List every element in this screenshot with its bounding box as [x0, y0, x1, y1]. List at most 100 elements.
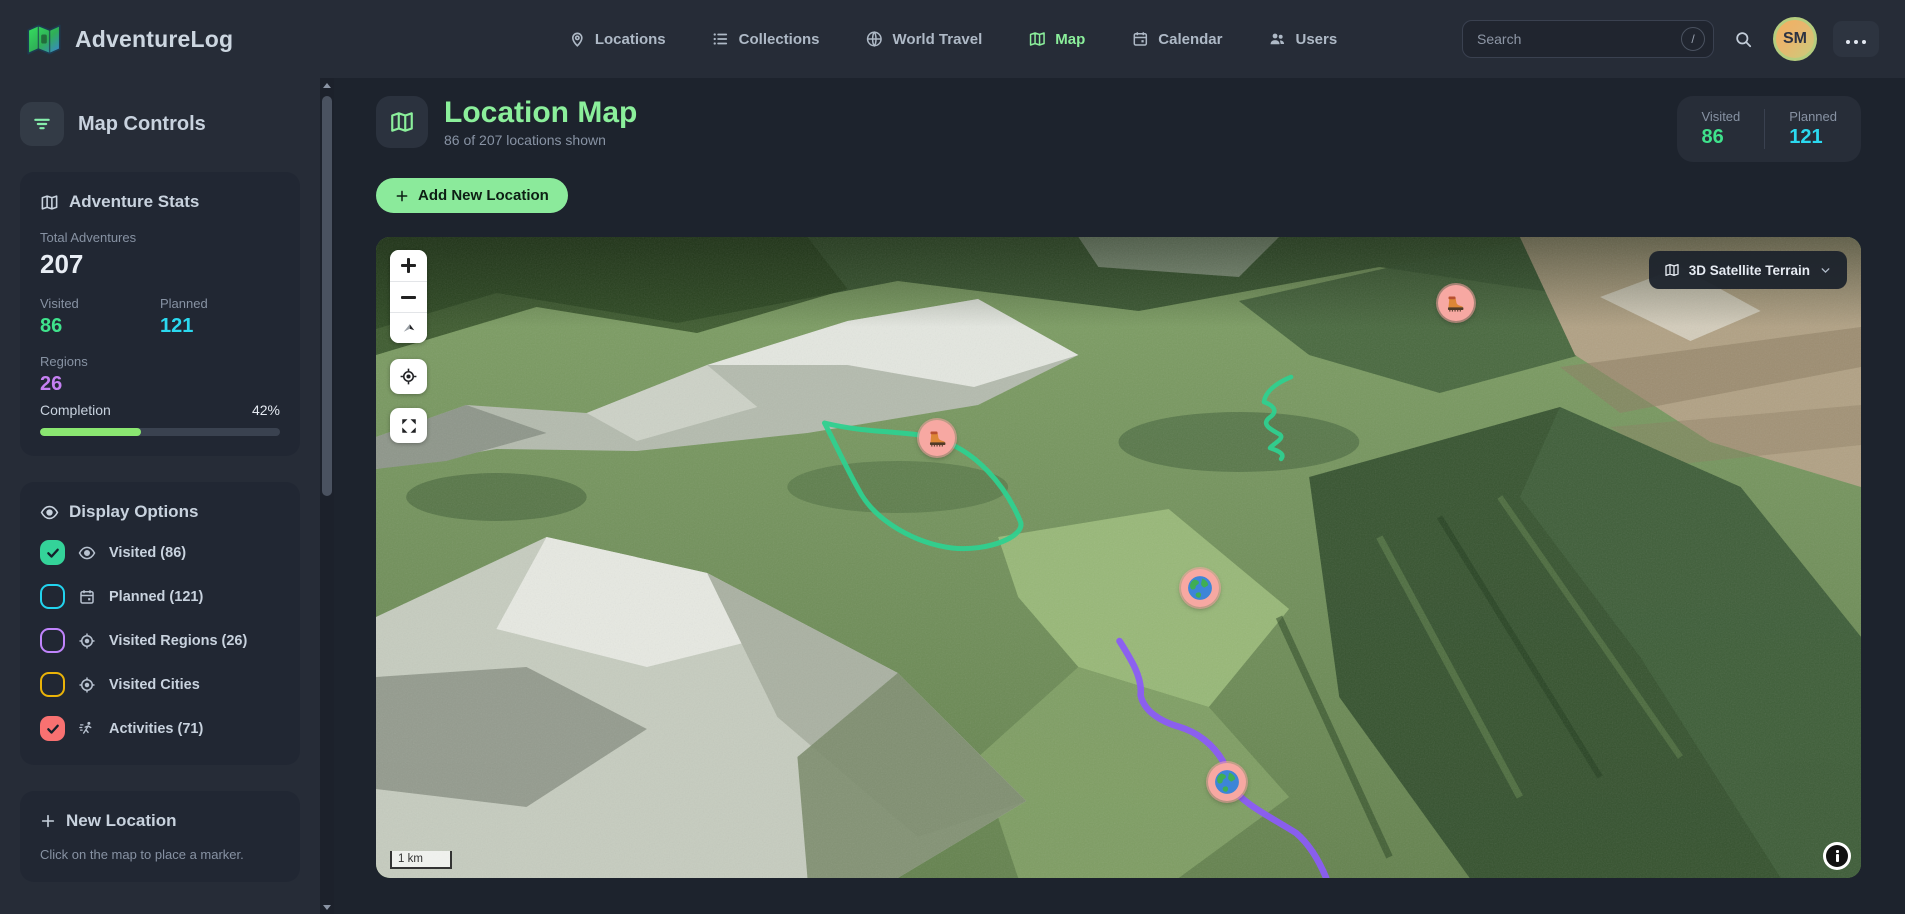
completion-bar-fill — [40, 428, 141, 436]
search-icon[interactable] — [1730, 26, 1757, 53]
page-title: Location Map — [444, 96, 637, 129]
eye-icon — [78, 544, 96, 562]
nav-item-label: Locations — [595, 31, 666, 48]
display-option-label: Planned (121) — [109, 589, 203, 605]
checkbox[interactable] — [40, 672, 65, 697]
completion-bar — [40, 428, 280, 436]
nav-items: Locations Collections World Travel Map Calen… — [568, 30, 1337, 48]
search-wrap: / — [1462, 20, 1714, 58]
display-option-planned-121[interactable]: Planned (121) — [40, 584, 280, 609]
visited-value: 86 — [40, 315, 160, 338]
header-visited-label: Visited — [1701, 109, 1740, 124]
list-icon — [712, 30, 730, 48]
display-option-label: Visited Regions (26) — [109, 633, 247, 649]
map-marker-globe[interactable] — [1208, 763, 1246, 801]
sidebar-header: Map Controls — [20, 102, 300, 146]
eye-icon — [40, 503, 59, 522]
display-option-activities-71[interactable]: Activities (71) — [40, 716, 280, 741]
nav-right: / SM — [1462, 17, 1879, 61]
nav-item-label: Collections — [739, 31, 820, 48]
map-marker-hiking-boot[interactable] — [1438, 285, 1474, 321]
locate-button[interactable] — [390, 359, 427, 394]
nav-item-calendar[interactable]: Calendar — [1131, 30, 1222, 48]
display-option-visited-cities[interactable]: Visited Cities — [40, 672, 280, 697]
nav-item-collections[interactable]: Collections — [712, 30, 820, 48]
map-style-dropdown[interactable]: 3D Satellite Terrain — [1649, 251, 1847, 289]
fullscreen-icon — [400, 417, 418, 435]
new-location-hint: Click on the map to place a marker. — [40, 847, 280, 862]
attribution-button[interactable] — [1823, 842, 1851, 870]
map-marker-hiking-boot[interactable] — [919, 420, 955, 456]
compass-icon — [400, 319, 418, 337]
nav-item-users[interactable]: Users — [1268, 30, 1337, 48]
zoom-in-button[interactable] — [390, 250, 427, 281]
checkbox[interactable] — [40, 584, 65, 609]
app-logo-map-icon — [26, 22, 62, 56]
nav-item-map[interactable]: Map — [1028, 30, 1085, 48]
main-content: Location Map 86 of 207 locations shown V… — [334, 78, 1905, 914]
nav-item-locations[interactable]: Locations — [568, 30, 666, 48]
map-icon — [1664, 262, 1680, 278]
fullscreen-button[interactable] — [390, 408, 427, 443]
add-new-location-button[interactable]: Add New Location — [376, 178, 568, 213]
map-canvas[interactable]: 3D Satellite Terrain 1 km — [376, 237, 1861, 878]
completion-label: Completion — [40, 402, 111, 418]
map-zoom-controls — [390, 250, 427, 343]
nav-item-label: Map — [1055, 31, 1085, 48]
nav-item-world-travel[interactable]: World Travel — [866, 30, 983, 48]
header-visited-value: 86 — [1701, 126, 1740, 149]
globe-icon — [866, 30, 884, 48]
map-icon — [40, 193, 59, 212]
page-map-icon — [376, 96, 428, 148]
sidebar-scrollbar[interactable] — [320, 78, 334, 914]
visited-label: Visited — [40, 296, 160, 311]
zoom-out-button[interactable] — [390, 281, 427, 312]
sidebar: Map Controls Adventure Stats Total Adven… — [0, 78, 320, 914]
plus-icon — [401, 258, 416, 273]
new-location-heading: New Location — [66, 811, 177, 831]
map-style-label: 3D Satellite Terrain — [1689, 263, 1810, 278]
chevron-down-icon — [1819, 264, 1832, 277]
checkbox[interactable] — [40, 540, 65, 565]
brand[interactable]: AdventureLog — [26, 22, 233, 56]
checkbox[interactable] — [40, 628, 65, 653]
calendar-icon — [78, 588, 96, 606]
search-input[interactable] — [1462, 20, 1714, 58]
users-icon — [1268, 30, 1286, 48]
target-icon — [78, 676, 96, 694]
display-option-visited-regions-26[interactable]: Visited Regions (26) — [40, 628, 280, 653]
header-stats-pill: Visited 86 Planned 121 — [1677, 96, 1861, 162]
avatar[interactable]: SM — [1773, 17, 1817, 61]
display-option-label: Activities (71) — [109, 721, 203, 737]
display-options-heading: Display Options — [40, 502, 280, 522]
header-planned-value: 121 — [1789, 126, 1837, 149]
app-title: AdventureLog — [75, 26, 233, 53]
sidebar-title: Map Controls — [78, 113, 206, 136]
display-option-visited-86[interactable]: Visited (86) — [40, 540, 280, 565]
compass-pitch-button[interactable] — [390, 312, 427, 343]
map-scale-bar: 1 km — [390, 851, 452, 869]
more-menu-button[interactable] — [1833, 21, 1879, 57]
checkbox[interactable] — [40, 716, 65, 741]
scrollbar-down-button[interactable] — [320, 900, 334, 914]
scrollbar-up-button[interactable] — [320, 78, 334, 92]
map-markers-layer — [376, 237, 1861, 878]
adventure-stats-heading: Adventure Stats — [40, 192, 280, 212]
map-marker-globe[interactable] — [1181, 569, 1219, 607]
display-option-label: Visited Cities — [109, 677, 200, 693]
adventure-stats-card: Adventure Stats Total Adventures 207 Vis… — [20, 172, 300, 456]
display-option-label: Visited (86) — [109, 545, 186, 561]
pin-icon — [568, 30, 586, 48]
nav-item-label: Users — [1295, 31, 1337, 48]
info-icon — [1826, 845, 1848, 867]
planned-label: Planned — [160, 296, 280, 311]
nav-item-label: World Travel — [893, 31, 983, 48]
minus-icon — [401, 290, 416, 305]
ellipsis-icon — [1844, 32, 1868, 47]
regions-value: 26 — [40, 373, 280, 396]
scrollbar-thumb[interactable] — [322, 96, 332, 496]
map-icon — [1028, 30, 1046, 48]
main-header: Location Map 86 of 207 locations shown V… — [376, 96, 1861, 162]
target-icon — [78, 632, 96, 650]
total-adventures-value: 207 — [40, 249, 280, 280]
